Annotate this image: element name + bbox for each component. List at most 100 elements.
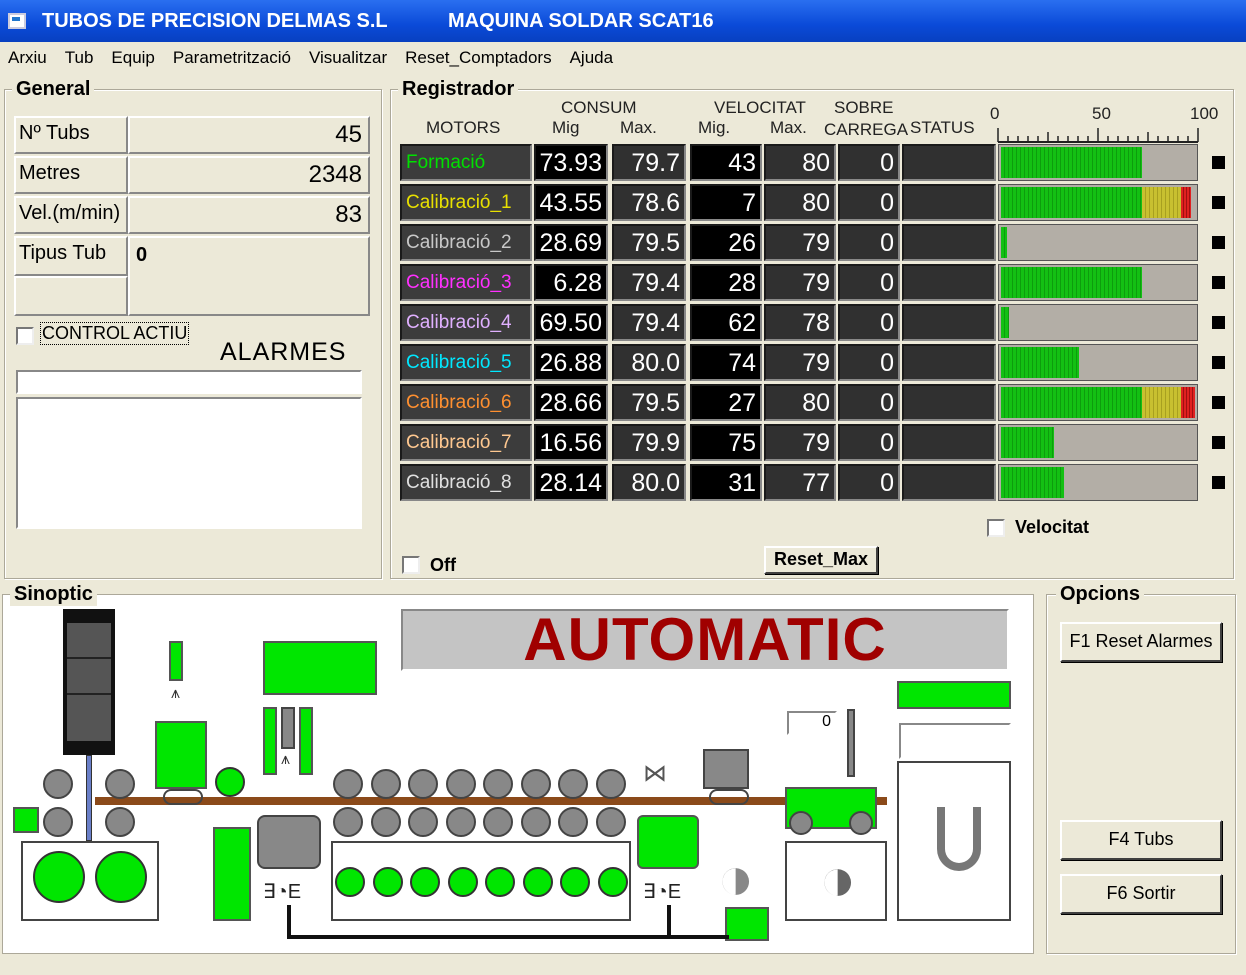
reset-max-button[interactable]: Reset_Max (764, 546, 878, 574)
vel-mig-value: 43 (690, 144, 762, 181)
sensor-block (13, 807, 39, 833)
load-bar-fill (1001, 387, 1143, 418)
title-bar[interactable]: TUBOS DE PRECISION DELMAS S.L MAQUINA SO… (0, 0, 1246, 42)
sobrecarrega-value: 0 (838, 464, 900, 501)
consum-max-value: 79.5 (612, 224, 686, 261)
consum-mig-value: 28.14 (534, 464, 608, 501)
menu-equip[interactable]: Equip (102, 48, 163, 68)
sobrecarrega-value: 0 (838, 144, 900, 181)
vel-mig-value: 7 (690, 184, 762, 221)
load-bar-fill (1001, 427, 1054, 458)
guide-center (281, 707, 295, 749)
scale-ruler (997, 128, 1199, 143)
output-indicator (897, 681, 1011, 709)
press-unit (155, 721, 207, 789)
menu-arxiu[interactable]: Arxiu (0, 48, 56, 68)
machine-title: MAQUINA SOLDAR SCAT16 (448, 9, 714, 32)
control-actiu-checkbox[interactable] (16, 327, 34, 345)
registrador-legend: Registrador (398, 78, 519, 101)
status-indicator (1212, 436, 1225, 449)
scale-label-50: 50 (1092, 104, 1111, 123)
roller (370, 807, 401, 837)
indicator-roller (215, 767, 245, 797)
cable-line (287, 905, 729, 939)
roller (43, 807, 73, 837)
status-indicator (1212, 156, 1225, 169)
sinoptic-legend: Sinoptic (10, 583, 97, 606)
consum-mig-value: 28.69 (534, 224, 608, 261)
header-consum-mig: Mig (552, 118, 580, 137)
roller (558, 769, 588, 799)
status-indicator (1212, 396, 1225, 409)
guide-left (263, 707, 277, 775)
load-bar-warning (1142, 187, 1182, 218)
info-value: 83 (128, 196, 370, 234)
reset-alarmes-button[interactable]: F1 Reset Alarmes (1060, 622, 1222, 662)
velocitat-label: Velocitat (1015, 517, 1090, 537)
load-bar (998, 184, 1198, 221)
consum-mig-value: 69.50 (534, 304, 608, 341)
consum-max-value: 79.4 (612, 304, 686, 341)
vel-max-value: 80 (764, 384, 836, 421)
calibration-roller (410, 867, 440, 897)
valve-icon: ⋈ (643, 760, 667, 787)
consum-max-value: 79.7 (612, 144, 686, 181)
motor-name: Calibració_4 (400, 304, 532, 341)
saw-icon: ◑ (819, 845, 857, 914)
alarm-input[interactable] (16, 370, 362, 394)
saw-box: ◑ (785, 841, 887, 921)
load-bar-warning (1142, 387, 1182, 418)
load-bar-fill (1001, 307, 1009, 338)
motor-name: Calibració_2 (400, 224, 532, 261)
motor-name: Calibració_8 (400, 464, 532, 501)
sobrecarrega-value: 0 (838, 184, 900, 221)
control-actiu-label: CONTROL ACTIU (40, 322, 190, 345)
load-bar (998, 144, 1198, 181)
header-vel-mig: Mig. (698, 118, 731, 137)
drive-wheel (33, 851, 85, 903)
press-wheels (163, 789, 203, 805)
roller (105, 807, 135, 837)
status-indicator (1212, 276, 1225, 289)
vel-max-value: 77 (764, 464, 836, 501)
load-bar-fill (1001, 227, 1007, 258)
status-indicator (1212, 196, 1225, 209)
consum-max-value: 80.0 (612, 464, 686, 501)
info-value: 45 (128, 116, 370, 154)
menu-visualitzar[interactable]: Visualitzar (300, 48, 396, 68)
roller (43, 769, 73, 799)
velocitat-checkbox[interactable] (987, 519, 1005, 537)
load-bar (998, 264, 1198, 301)
calibration-roller (485, 867, 515, 897)
sortir-button[interactable]: F6 Sortir (1060, 874, 1222, 914)
menu-bar: Arxiu Tub Equip Parametrització Visualit… (0, 44, 1246, 72)
off-label: Off (430, 555, 456, 575)
tubs-button[interactable]: F4 Tubs (1060, 820, 1222, 860)
coil-tower (63, 609, 115, 755)
header-sobre: SOBRE (834, 98, 894, 117)
vel-mig-value: 62 (690, 304, 762, 341)
menu-reset-comptadors[interactable]: Reset_Comptadors (396, 48, 560, 68)
menu-tub[interactable]: Tub (56, 48, 103, 68)
scale-label-0: 0 (990, 104, 1000, 123)
info-row-metres: Metres 2348 (14, 156, 370, 196)
consum-max-value: 80.0 (612, 344, 686, 381)
vel-max-value: 79 (764, 424, 836, 461)
menu-parametritzacio[interactable]: Parametrització (164, 48, 300, 68)
sinoptic-panel: AUTOMATIC ⩚ ⩚ ∃◔E ⋈ ∃◔E ◑ 0 ◑ (2, 594, 1034, 954)
alarm-list[interactable] (16, 397, 362, 529)
output-field (899, 723, 1011, 759)
info-label: Tipus Tub (14, 236, 128, 276)
motor-block (213, 827, 251, 921)
menu-ajuda[interactable]: Ajuda (561, 48, 622, 68)
opcions-legend: Opcions (1056, 583, 1145, 606)
roller (483, 769, 513, 799)
consum-mig-value: 26.88 (534, 344, 608, 381)
load-bar (998, 304, 1198, 341)
load-bar-alarm (1181, 387, 1196, 418)
vel-mig-value: 27 (690, 384, 762, 421)
off-checkbox[interactable] (402, 556, 420, 574)
load-bar (998, 424, 1198, 461)
status-indicator (1212, 356, 1225, 369)
consum-max-value: 79.4 (612, 264, 686, 301)
